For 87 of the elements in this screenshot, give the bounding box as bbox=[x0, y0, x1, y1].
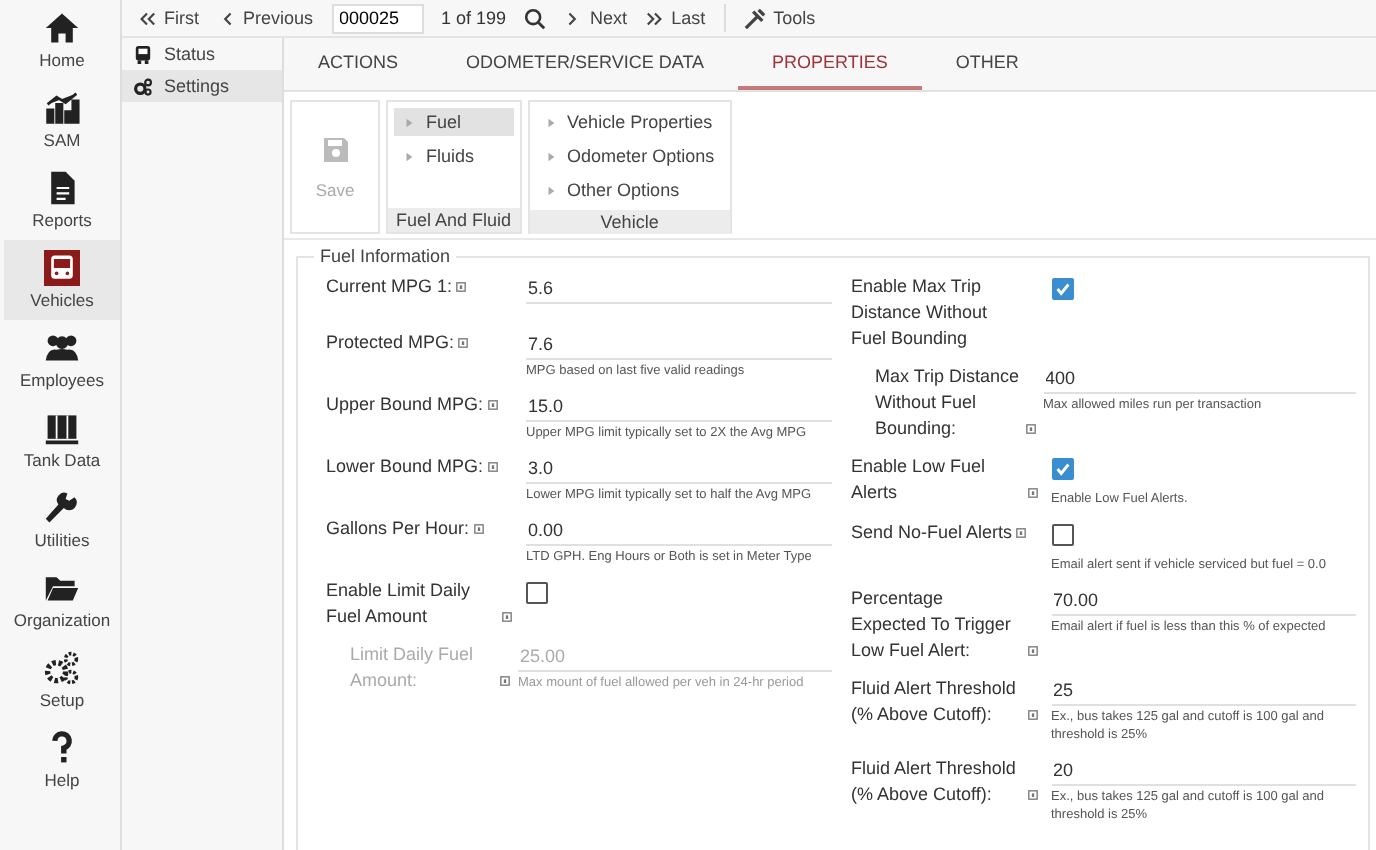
ribbon-item[interactable]: Fluids bbox=[394, 142, 514, 170]
field-label: Gallons Per Hour: bbox=[326, 516, 470, 542]
checkbox[interactable] bbox=[1051, 458, 1073, 480]
bus-icon bbox=[44, 250, 80, 286]
record-count: 1 of 199 bbox=[441, 8, 507, 28]
nav-item[interactable]: Tank Data bbox=[4, 400, 120, 480]
tab[interactable]: OTHER bbox=[921, 38, 1053, 90]
next-button[interactable]: Next bbox=[564, 8, 628, 28]
field-label: Percentage Expected To Trigger Low Fuel Alert: bbox=[851, 586, 1013, 664]
field-label: Send No-Fuel Alerts bbox=[851, 520, 1013, 546]
field-label: Enable Max Trip Distance Without Fuel Bounding bbox=[851, 274, 990, 352]
help-icon[interactable] bbox=[1027, 488, 1037, 498]
ribbon-item[interactable]: Odometer Options bbox=[535, 142, 725, 170]
help-icon[interactable] bbox=[1027, 646, 1037, 656]
gears-icon bbox=[44, 650, 80, 686]
double-chevron-icon bbox=[645, 9, 664, 27]
help-icon[interactable] bbox=[1025, 424, 1035, 434]
subnav-item[interactable]: Status bbox=[122, 38, 282, 70]
help-icon[interactable] bbox=[502, 612, 512, 622]
triangle-icon bbox=[545, 151, 556, 161]
help-icon[interactable] bbox=[458, 338, 469, 348]
nav-item[interactable]: Organization bbox=[4, 560, 120, 640]
group-title: Fuel And Fluid bbox=[388, 208, 520, 232]
previous-button[interactable]: Previous bbox=[217, 8, 314, 28]
wrench-icon bbox=[44, 490, 80, 526]
ribbon-item[interactable]: Vehicle Properties bbox=[535, 108, 725, 136]
field-label: Max Trip Distance Without Fuel Bounding: bbox=[875, 364, 1021, 442]
tank-icon bbox=[44, 410, 80, 446]
nav-item[interactable]: Home bbox=[4, 0, 120, 80]
home-icon bbox=[44, 10, 80, 46]
people-icon bbox=[44, 330, 80, 366]
help-icon[interactable] bbox=[1016, 528, 1027, 538]
ribbon-item[interactable]: Fuel bbox=[394, 108, 514, 136]
search-icon[interactable] bbox=[524, 7, 547, 29]
tools-button[interactable]: Tools bbox=[743, 7, 816, 29]
first-button[interactable]: First bbox=[138, 8, 199, 28]
triangle-icon bbox=[404, 151, 414, 161]
last-button[interactable]: Last bbox=[645, 8, 706, 28]
input-field[interactable]: 3.0 bbox=[526, 454, 831, 484]
help-icon[interactable] bbox=[473, 524, 484, 534]
field-label: Current MPG 1: bbox=[326, 274, 453, 300]
triangle-icon bbox=[545, 117, 556, 127]
checkbox[interactable] bbox=[526, 582, 548, 604]
input-field[interactable]: 5.6 bbox=[526, 274, 831, 304]
help-icon[interactable] bbox=[456, 282, 467, 292]
input-field[interactable]: 0.00 bbox=[526, 516, 831, 546]
field-label: Protected MPG: bbox=[326, 330, 455, 356]
field-label: Fluid Alert Threshold (% Above Cutoff): bbox=[851, 756, 1018, 808]
nav-item[interactable]: Reports bbox=[4, 160, 120, 240]
chart-icon bbox=[44, 90, 80, 126]
tab[interactable]: ACTIONS bbox=[284, 38, 433, 90]
help-icon[interactable] bbox=[487, 400, 498, 410]
subnav-item[interactable]: Settings bbox=[122, 70, 282, 102]
nav-item[interactable]: Help bbox=[4, 720, 120, 800]
triangle-icon bbox=[404, 117, 414, 127]
ribbon-item[interactable]: Other Options bbox=[535, 176, 725, 204]
nav-item[interactable]: Setup bbox=[4, 640, 120, 720]
panel-legend: Fuel Information bbox=[314, 246, 457, 266]
field-label: Upper Bound MPG: bbox=[326, 392, 484, 418]
nav-item[interactable]: SAM bbox=[4, 80, 120, 160]
input-field[interactable]: 400 bbox=[1043, 364, 1356, 394]
double-chevron-icon bbox=[138, 9, 156, 27]
tools-icon bbox=[743, 7, 766, 29]
input-field[interactable]: 15.0 bbox=[526, 392, 831, 422]
nav-item[interactable]: Utilities bbox=[4, 480, 120, 560]
gears-icon bbox=[134, 77, 152, 95]
field-label: Lower Bound MPG: bbox=[326, 454, 484, 480]
help-icon[interactable] bbox=[1027, 790, 1037, 800]
record-field[interactable]: 000025 bbox=[331, 3, 424, 33]
group-title: Vehicle bbox=[529, 210, 731, 234]
field-label: Limit Daily Fuel Amount: bbox=[350, 642, 476, 694]
help-icon[interactable] bbox=[487, 462, 498, 472]
nav-item[interactable]: Employees bbox=[4, 320, 120, 400]
triangle-icon bbox=[545, 185, 556, 195]
input-field[interactable]: 25 bbox=[1051, 676, 1356, 706]
input-field[interactable]: 7.6 bbox=[526, 330, 831, 360]
checkbox[interactable] bbox=[1051, 524, 1073, 546]
input-field[interactable]: 70.00 bbox=[1051, 586, 1356, 616]
input-field[interactable]: 20 bbox=[1051, 756, 1356, 786]
checkbox[interactable] bbox=[1051, 278, 1073, 300]
tab[interactable]: ODOMETER/SERVICE DATA bbox=[432, 38, 739, 90]
field-label: Enable Limit Daily Fuel Amount bbox=[326, 578, 473, 630]
nav-item[interactable]: Vehicles bbox=[4, 240, 120, 320]
field-label: Fluid Alert Threshold (% Above Cutoff): bbox=[851, 676, 1018, 728]
help-icon[interactable] bbox=[1027, 710, 1037, 720]
field-label: Enable Low Fuel Alerts bbox=[851, 454, 988, 506]
bus-icon bbox=[134, 45, 152, 63]
